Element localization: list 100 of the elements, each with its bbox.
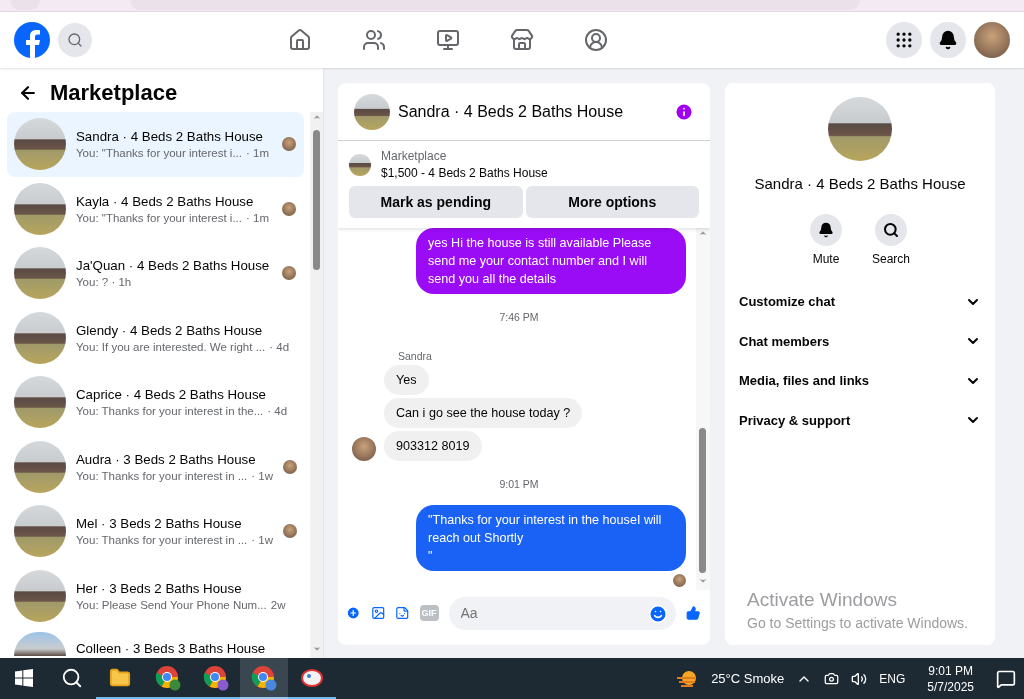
conversation-title: Audra · 3 Beds 2 Baths House	[76, 451, 257, 467]
conversation-item[interactable]: Kayla · 4 Beds 2 Baths House You: "Thanks for your interest i... · 1m	[7, 176, 304, 241]
page-title: Marketplace	[50, 80, 178, 106]
message-preview: You: Thanks for your interest in the...	[76, 405, 264, 418]
message-time: 2w	[270, 598, 286, 611]
photo-placeholder	[354, 93, 390, 130]
conversation-title: Colleen · 3 Beds 3 Baths House	[76, 641, 267, 656]
message-preview: You: Thanks for your interest in ...	[76, 469, 248, 482]
message-bubble: Yes	[384, 365, 429, 395]
scrollbar[interactable]	[696, 228, 710, 590]
conversation-item[interactable]: Mel · 3 Beds 2 Baths House You: Thanks for your interest in ... · 1w	[7, 499, 304, 564]
message-time: · 1w	[251, 534, 274, 547]
message-time: · 1m	[246, 211, 269, 224]
search-icon	[61, 666, 83, 689]
info-title: Sandra · 4 Beds 2 Baths House	[754, 175, 966, 192]
groups-icon[interactable]	[584, 28, 608, 52]
photo-placeholder	[14, 376, 66, 429]
timestamp: 9:01 PM	[498, 477, 540, 492]
section-toggle[interactable]: Customize chat	[739, 282, 981, 322]
conversation-item[interactable]: Her · 3 Beds 2 Baths House You: Please Send Your Phone Num... 2w	[7, 563, 304, 628]
conversation-item[interactable]: Ja'Quan · 4 Beds 2 Baths House You: ? · 1h	[7, 241, 304, 306]
browser-icon[interactable]	[155, 664, 181, 691]
message-preview: You: Please Send Your Phone Num...	[76, 598, 267, 611]
bell-icon	[938, 30, 958, 50]
taskbar-app[interactable]	[240, 658, 288, 699]
like-icon[interactable]	[685, 603, 700, 623]
message-time: · 1w	[251, 469, 274, 482]
photo-placeholder	[14, 505, 66, 558]
message-time: · 4d	[269, 340, 290, 353]
conversation-title: Ja'Quan · 4 Beds 2 Baths House	[76, 258, 271, 274]
clock-date: 5/7/2025	[927, 679, 974, 694]
action-label: Mute	[812, 252, 840, 266]
conversation-title: Sandra · 4 Beds 2 Baths House	[76, 129, 264, 145]
message-input[interactable]: Aa	[448, 596, 676, 630]
message-time: · 1m	[246, 147, 269, 160]
conversation-item[interactable]: Glendy · 4 Beds 2 Baths House You: If you are interested. We right ... · 4d	[7, 305, 304, 370]
search-button[interactable]	[875, 214, 907, 246]
camera-icon	[824, 671, 840, 686]
photo-placeholder	[14, 440, 66, 493]
photo-placeholder	[14, 118, 66, 171]
conversation-item[interactable]: Colleen · 3 Beds 3 Baths House	[7, 628, 304, 656]
back-icon[interactable]	[18, 83, 38, 103]
section-toggle[interactable]: Privacy & support	[739, 400, 981, 440]
language-indicator: ENG	[879, 671, 906, 686]
notifications-button[interactable]	[930, 22, 966, 58]
chat-title: Sandra · 4 Beds 2 Baths House	[398, 102, 625, 121]
action-label: Search	[872, 252, 910, 266]
conversation-item[interactable]: Caprice · 4 Beds 2 Baths House You: Thanks for your interest in the... · 4d	[7, 370, 304, 435]
folder-icon	[109, 666, 131, 689]
sender-name: Sandra	[397, 349, 433, 362]
scrollbar-thumb[interactable]	[313, 130, 320, 270]
action-button[interactable]: Mark as pending	[349, 186, 523, 218]
activation-title: Activate Windows	[747, 589, 898, 611]
browser-icon[interactable]	[203, 664, 229, 691]
facebook-logo[interactable]	[14, 22, 50, 58]
listing-title: $1,500 - 4 Beds 2 Baths House	[381, 166, 548, 180]
message-bubble: Can i go see the house today ?	[384, 398, 583, 428]
action-button[interactable]: More options	[525, 186, 699, 218]
notifications-icon[interactable]	[996, 668, 1016, 689]
clock-time: 9:01 PM	[928, 663, 973, 678]
message-preview: You: "Thanks for your interest i...	[76, 147, 242, 160]
profile-avatar[interactable]	[974, 22, 1010, 58]
message-time: · 4d	[267, 405, 288, 418]
search-icon	[67, 32, 83, 48]
store-icon[interactable]	[510, 28, 534, 52]
message-preview: You: Thanks for your interest in ...	[76, 534, 248, 547]
message-bubble: yes Hi the house is still available Please send me your contact number and I will send you all the details	[416, 228, 686, 294]
photo-placeholder	[14, 569, 66, 622]
section-toggle[interactable]: Media, files and links	[739, 361, 981, 401]
conversation-title: Glendy · 4 Beds 2 Baths House	[76, 322, 264, 338]
conversation-title: Caprice · 4 Beds 2 Baths House	[76, 387, 267, 403]
photo-placeholder	[14, 247, 66, 300]
listing-source: Marketplace	[381, 149, 448, 163]
scrollbar[interactable]	[310, 112, 323, 658]
message-bubble: 903312 8019	[384, 431, 482, 461]
section-toggle[interactable]: Chat members	[739, 321, 981, 361]
conversation-title: Her · 3 Beds 2 Baths House	[76, 580, 243, 596]
message-bubble: "Thanks for your interest in the houseI will reach out Shortly "	[416, 505, 686, 571]
bell-icon	[818, 222, 834, 238]
conversation-item[interactable]: Sandra · 4 Beds 2 Baths House You: "Thanks for your interest i... · 1m	[7, 112, 304, 177]
video-icon[interactable]	[436, 28, 460, 52]
windows-icon	[15, 668, 33, 687]
browser-icon[interactable]	[251, 664, 277, 691]
weather-text: 25°C Smoke	[711, 671, 785, 686]
info-icon[interactable]	[674, 101, 694, 122]
scrollbar-thumb[interactable]	[699, 428, 706, 573]
conversation-title: Mel · 3 Beds 2 Baths House	[76, 516, 243, 532]
search-icon	[883, 222, 899, 238]
bell-button[interactable]	[810, 214, 842, 246]
menu-button[interactable]	[886, 22, 922, 58]
grid-icon	[894, 30, 914, 50]
activation-text: Go to Settings to activate Windows.	[747, 615, 969, 631]
conversation-title: Kayla · 4 Beds 2 Baths House	[76, 193, 255, 209]
people-icon[interactable]	[362, 28, 386, 52]
home-icon[interactable]	[288, 28, 312, 52]
timestamp: 7:46 PM	[498, 310, 540, 325]
message-preview: You: "Thanks for your interest i...	[76, 211, 242, 224]
volume-icon[interactable]	[851, 670, 868, 687]
conversation-item[interactable]: Audra · 3 Beds 2 Baths House You: Thanks for your interest in ... · 1w	[7, 434, 304, 499]
photo-placeholder	[14, 311, 66, 364]
